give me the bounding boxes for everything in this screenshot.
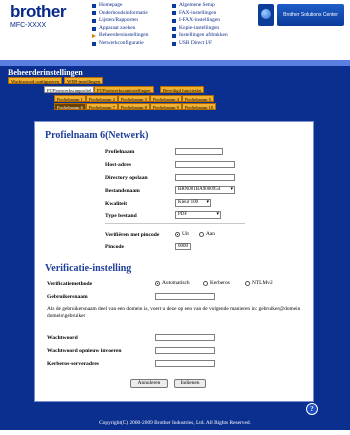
nav-beheerder[interactable]: Beheerdersinstellingen <box>92 32 148 40</box>
kwaliteit-label: Kwaliteit <box>105 201 128 207</box>
radio-automatisch[interactable]: Automatisch <box>155 280 190 286</box>
radio-empty-icon <box>199 231 204 237</box>
pincode-input[interactable]: 0000 <box>175 243 191 250</box>
bullet-icon <box>92 26 96 31</box>
tab-ftp-profiel[interactable]: FTP/netwerkscanprofiel <box>44 86 95 93</box>
cancel-button[interactable]: Annuleren <box>130 379 168 388</box>
tab-wachtwoord[interactable]: Wachtwoord configureren <box>8 77 62 84</box>
brand-logo[interactable]: brother <box>10 2 67 22</box>
directory-input[interactable] <box>175 174 235 181</box>
nav-right: Algemene Setup FAX-instellingen I-FAX-in… <box>172 2 228 48</box>
radio-ntlmv2[interactable]: NTLMv2 <box>245 280 273 286</box>
bullet-icon <box>172 41 176 46</box>
bullet-icon <box>172 3 176 8</box>
kerberos-label: Kerberos-serveradres <box>47 361 99 367</box>
bestandsnaam-label: Bestandsnaam <box>105 188 140 194</box>
type-label: Type bestand <box>105 213 137 219</box>
kwaliteit-select[interactable]: Kleur 100 <box>175 199 211 207</box>
password-confirm-label: Wachtwoord opnieuw invoeren <box>47 348 122 354</box>
nav-afdrukken[interactable]: Instellingen afdrukken <box>172 32 228 40</box>
section-title: Beheerderinstellingen <box>8 68 83 77</box>
pincode-verify-label: Verifiëren met pincode <box>105 232 160 238</box>
bestandsnaam-select[interactable]: BRN001BA9000954 <box>175 186 235 194</box>
bullet-icon <box>92 18 96 23</box>
radio-empty-icon <box>203 280 208 286</box>
content-panel: Profielnaam 6(Netwerk) Profielnaam Host-… <box>34 121 314 402</box>
type-select[interactable]: PDF <box>175 211 221 219</box>
model-name: MFC-XXXX <box>10 22 47 29</box>
tab-profiel-3[interactable]: Profielnaam 3 <box>118 95 150 102</box>
radio-kerberos[interactable]: Kerberos <box>203 280 230 286</box>
tab-profiel-7[interactable]: Profielnaam 7 <box>86 103 118 110</box>
username-note: Als de gebruikersnaam deel van een domei… <box>47 306 301 320</box>
frame-top-bar <box>0 60 350 66</box>
tab-ftp-instellingen[interactable]: FTP/netwerkscaninstellingen <box>94 86 154 93</box>
host-label: Host-adres <box>105 162 131 168</box>
directory-label: Directory opslaan <box>105 175 148 181</box>
password-confirm-input[interactable] <box>155 347 215 354</box>
bullet-icon <box>172 34 176 39</box>
profielnaam-input[interactable] <box>175 148 223 155</box>
tab-profiel-1[interactable]: Profielnaam 1 <box>54 95 86 102</box>
bullet-icon <box>172 18 176 23</box>
tab-profiel-2[interactable]: Profielnaam 2 <box>86 95 118 102</box>
radio-aan[interactable]: Aan <box>199 231 215 237</box>
bullet-icon <box>92 11 96 16</box>
method-label: Verificatiemethode <box>47 281 93 287</box>
tab-profiel-4[interactable]: Profielnaam 4 <box>150 95 182 102</box>
kerberos-input[interactable] <box>155 360 215 367</box>
submit-button[interactable]: Indienen <box>174 379 206 388</box>
tab-profiel-6[interactable]: Profielnaam 6 <box>54 103 86 110</box>
pincode-label: Pincode <box>105 244 124 250</box>
verification-heading: Verificatie-instelling <box>45 263 132 274</box>
bullet-icon <box>172 26 176 31</box>
nav-lijsten[interactable]: Lijsten/Rapporten <box>92 17 148 25</box>
footer-copyright: Copyright(C) 2000-2009 Brother Industrie… <box>99 420 251 426</box>
nav-algemene-setup[interactable]: Algemene Setup <box>172 2 228 10</box>
tab-profiel-9[interactable]: Profielnaam 9 <box>150 103 182 110</box>
bullet-icon <box>92 41 96 46</box>
radio-empty-icon <box>245 280 250 286</box>
tab-profiel-8[interactable]: Profielnaam 8 <box>118 103 150 110</box>
bullet-icon <box>172 11 176 16</box>
globe-icon[interactable] <box>258 4 274 26</box>
tab-profiel-10[interactable]: Profielnaam 10 <box>182 103 217 110</box>
nav-fax[interactable]: FAX-instellingen <box>172 10 228 18</box>
nav-ifax[interactable]: I-FAX-instellingen <box>172 17 228 25</box>
tab-functieslot[interactable]: Beveiligd functieslot <box>160 86 205 93</box>
divider <box>105 223 245 224</box>
radio-selected-icon <box>155 280 160 286</box>
form-heading: Profielnaam 6(Netwerk) <box>45 130 149 141</box>
password-input[interactable] <box>155 334 215 341</box>
arrow-icon <box>92 34 96 39</box>
username-label: Gebruikersnaam <box>47 294 88 300</box>
nav-apparaat-zoeken[interactable]: Apparaat zoeken <box>92 25 148 33</box>
radio-selected-icon <box>175 231 180 237</box>
username-input[interactable] <box>155 293 215 300</box>
profielnaam-label: Profielnaam <box>105 149 135 155</box>
solutions-center-button[interactable]: Brother Solutions Center <box>277 4 344 26</box>
nav-homepage[interactable]: Homepage <box>92 2 148 10</box>
password-label: Wachtwoord <box>47 335 78 341</box>
nav-left: Homepage Onderhoudsinformatie Lijsten/Ra… <box>92 2 148 48</box>
host-input[interactable] <box>175 161 235 168</box>
header: brother MFC-XXXX Homepage Onderhoudsinfo… <box>0 0 350 52</box>
nav-onderhoud[interactable]: Onderhoudsinformatie <box>92 10 148 18</box>
tab-profiel-5[interactable]: Profielnaam 5 <box>182 95 214 102</box>
radio-uit[interactable]: Uit <box>175 231 189 237</box>
nav-netwerk[interactable]: Netwerkconfiguratie <box>92 40 148 48</box>
help-icon[interactable]: ? <box>306 403 318 415</box>
tab-web[interactable]: WEB-instellingen <box>64 77 104 84</box>
bullet-icon <box>92 3 96 8</box>
nav-usb[interactable]: USB Direct I/F <box>172 40 228 48</box>
